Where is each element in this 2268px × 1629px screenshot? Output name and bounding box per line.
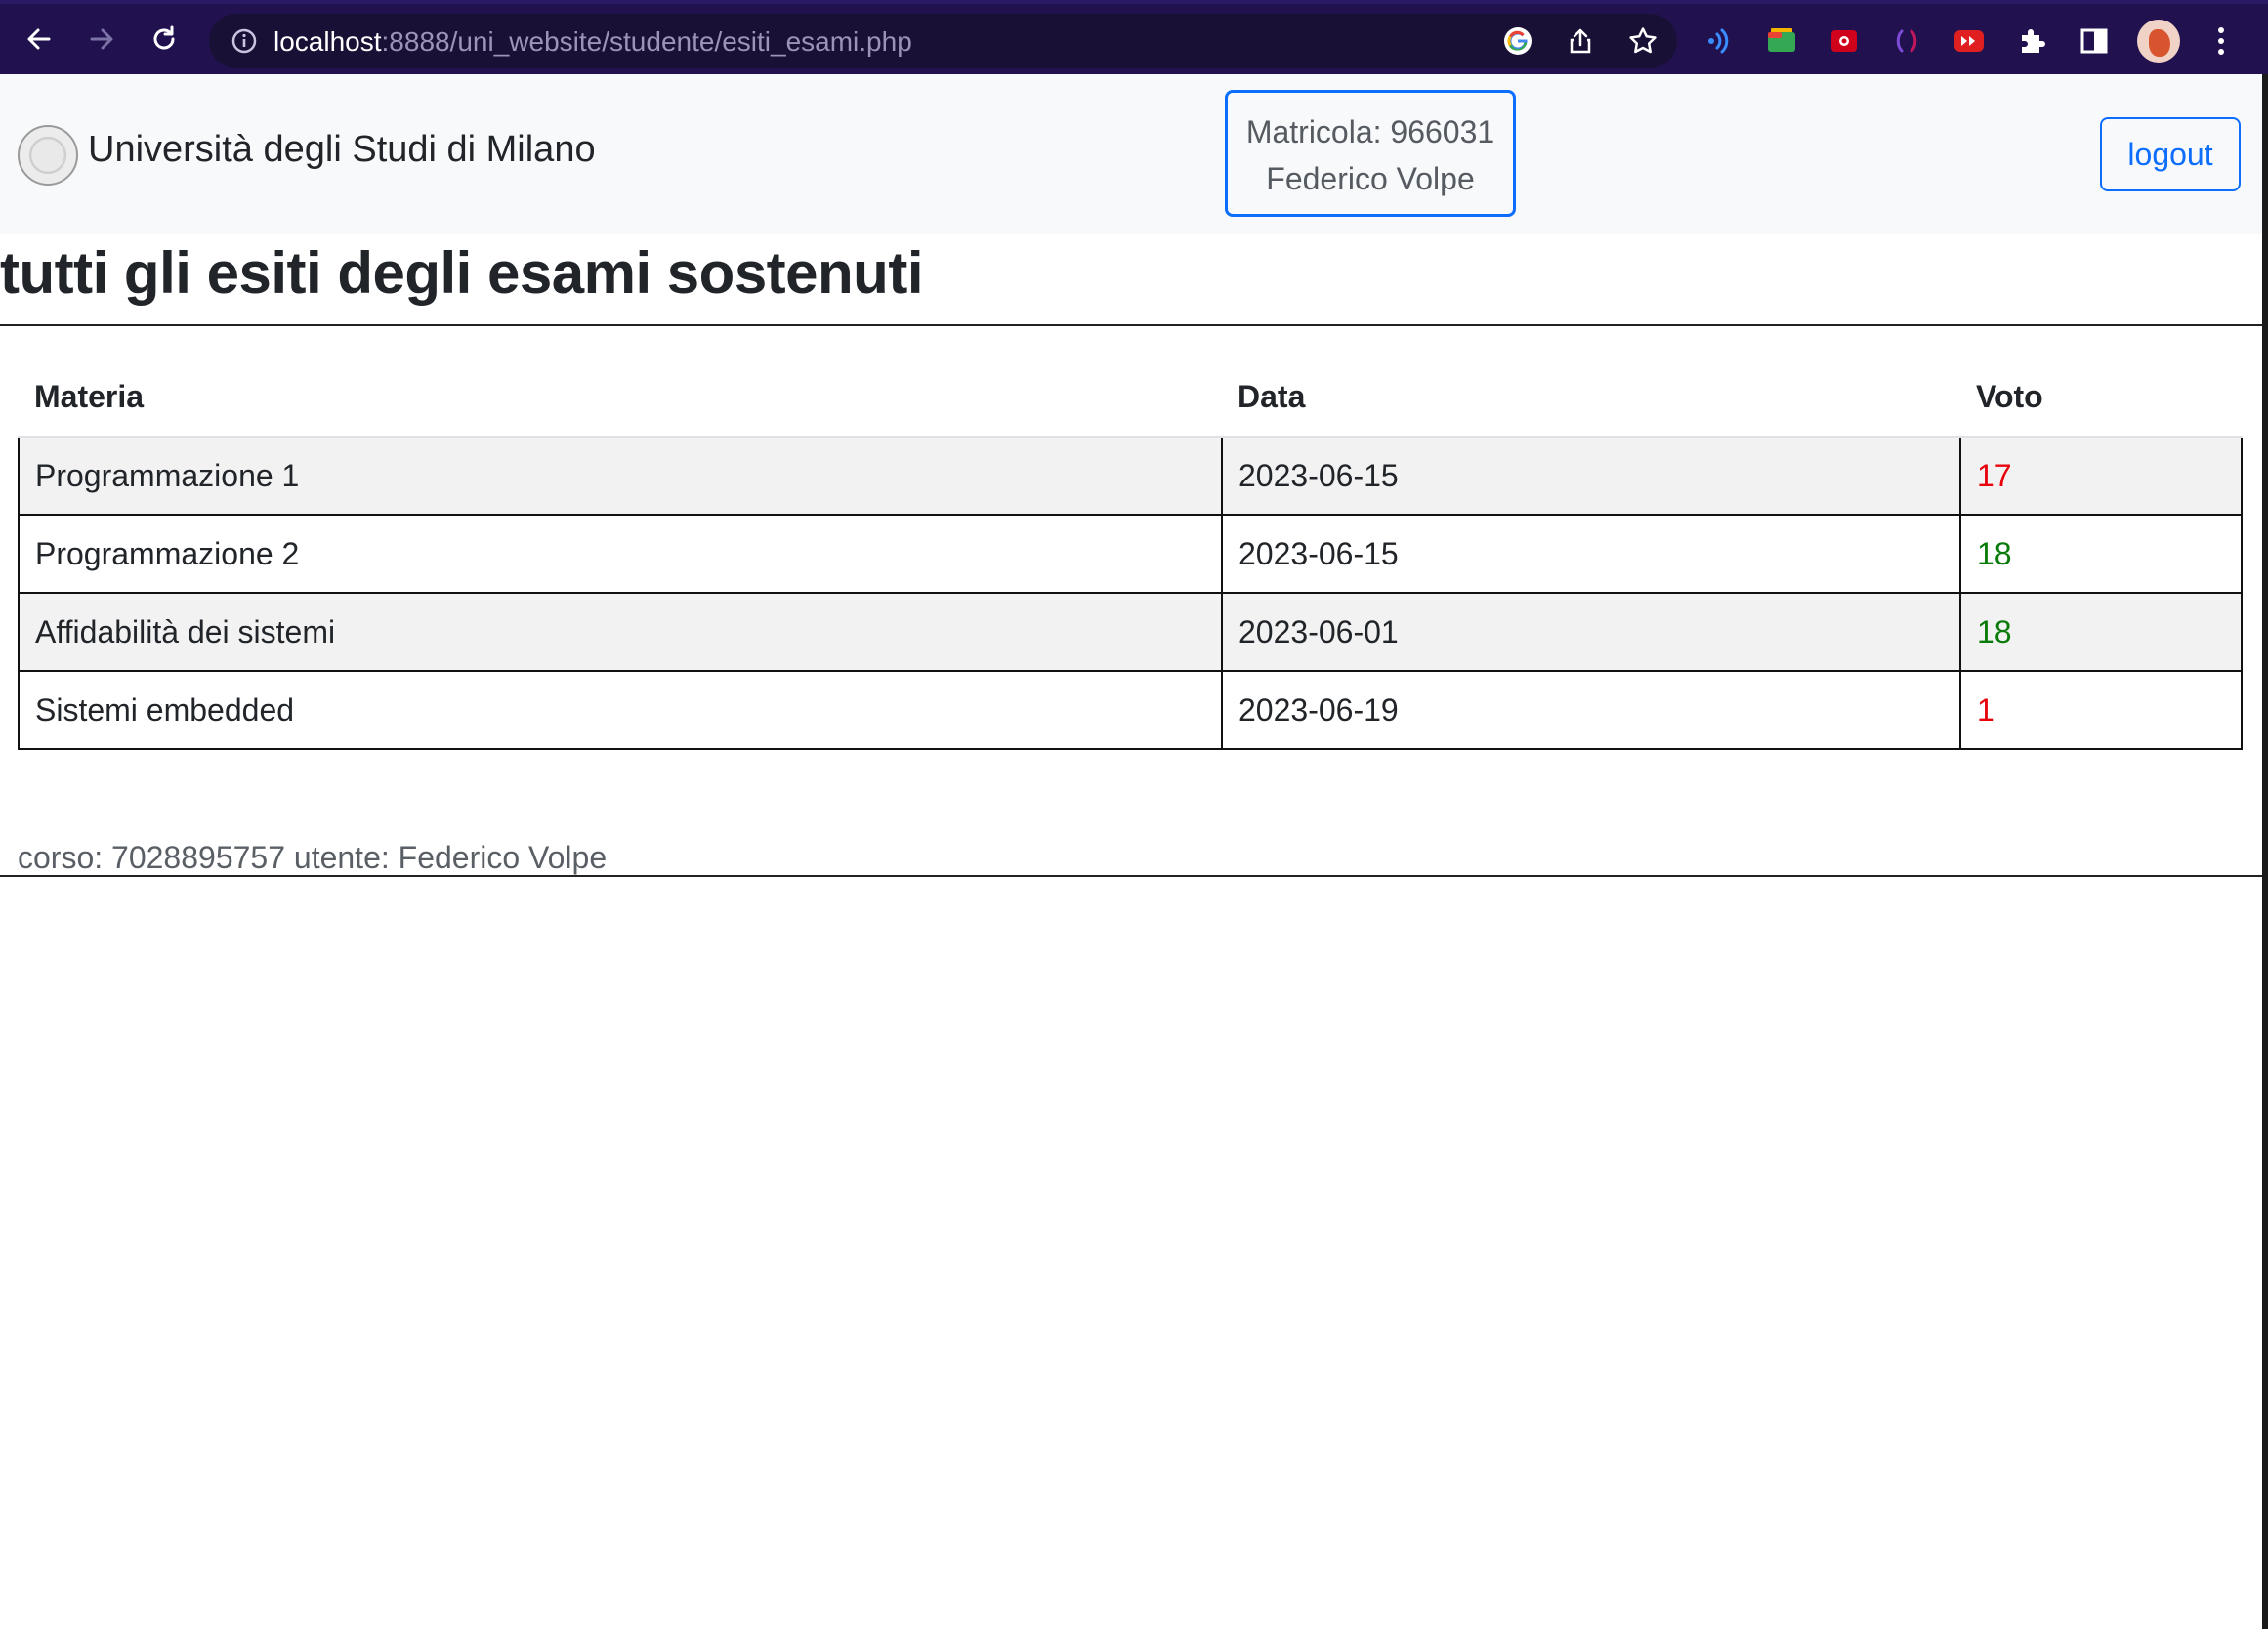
address-bar[interactable]: localhost:8888/uni_website/studente/esit… (209, 14, 1677, 68)
extensions-puzzle-icon[interactable] (2014, 23, 2049, 59)
cell-materia: Programmazione 1 (18, 436, 1223, 516)
back-icon[interactable] (16, 16, 63, 63)
extension-brackets-icon[interactable] (1889, 23, 1924, 59)
bookmark-star-icon[interactable] (1627, 25, 1659, 57)
cell-voto: 18 (1959, 592, 2243, 672)
table-row: Programmazione 1 2023-06-15 17 (18, 436, 2243, 516)
page: Università degli Studi di Milano Matrico… (0, 74, 2262, 1629)
table-row: Affidabilità dei sistemi 2023-06-01 18 (18, 592, 2243, 672)
cell-data: 2023-06-15 (1221, 514, 1961, 594)
page-title: tutti gli esiti degli esami sostenuti (0, 240, 924, 306)
course-user-info: corso: 7028895757 utente: Federico Volpe (18, 840, 608, 875)
browser-toolbar: localhost:8888/uni_website/studente/esit… (0, 0, 2268, 74)
table-row: Programmazione 2 2023-06-15 18 (18, 514, 2243, 594)
cell-data: 2023-06-01 (1221, 592, 1961, 672)
divider (0, 324, 2262, 326)
column-header-voto: Voto (1960, 357, 2242, 438)
extension-audio-icon[interactable] (1701, 23, 1737, 59)
url-host: localhost (273, 26, 382, 57)
cell-data: 2023-06-19 (1221, 670, 1961, 750)
window-edge (2262, 74, 2268, 1629)
exam-results-table: Materia Data Voto Programmazione 1 2023-… (18, 357, 2243, 750)
divider (0, 875, 2262, 877)
reload-icon[interactable] (141, 16, 188, 63)
browser-menu-icon[interactable] (2209, 23, 2233, 59)
cell-materia: Affidabilità dei sistemi (18, 592, 1223, 672)
extension-red-badge-icon[interactable] (1827, 23, 1862, 59)
side-panel-icon[interactable] (2077, 23, 2112, 59)
table-header-row: Materia Data Voto (19, 357, 2242, 438)
matricola-text: Matricola: 966031 (1245, 114, 1495, 149)
cell-voto: 18 (1959, 514, 2243, 594)
cell-voto: 17 (1959, 436, 2243, 516)
url-path: :8888/uni_website/studente/esiti_esami.p… (381, 26, 912, 57)
profile-avatar[interactable] (2137, 20, 2180, 63)
column-header-data: Data (1222, 357, 1960, 438)
cell-voto: 1 (1959, 670, 2243, 750)
table-row: Sistemi embedded 2023-06-19 1 (18, 670, 2243, 750)
google-lens-icon[interactable] (1502, 25, 1533, 57)
url-text[interactable]: localhost:8888/uni_website/studente/esit… (273, 26, 912, 58)
site-info-icon[interactable] (231, 27, 258, 55)
column-header-materia: Materia (19, 357, 1222, 438)
cell-materia: Programmazione 2 (18, 514, 1223, 594)
user-info-box: Matricola: 966031 Federico Volpe (1225, 90, 1516, 217)
cell-data: 2023-06-15 (1221, 436, 1961, 516)
extension-tabs-icon[interactable] (1764, 23, 1799, 59)
extension-video-icon[interactable] (1952, 23, 1987, 59)
cell-materia: Sistemi embedded (18, 670, 1223, 750)
navbar-brand[interactable]: Università degli Studi di Milano (88, 129, 596, 171)
site-navbar: Università degli Studi di Milano Matrico… (0, 74, 2262, 234)
university-seal-logo[interactable] (18, 125, 78, 186)
user-name-text: Federico Volpe (1266, 161, 1475, 196)
share-icon[interactable] (1565, 25, 1596, 57)
forward-icon[interactable] (78, 16, 125, 63)
logout-button[interactable]: logout (2100, 117, 2241, 191)
